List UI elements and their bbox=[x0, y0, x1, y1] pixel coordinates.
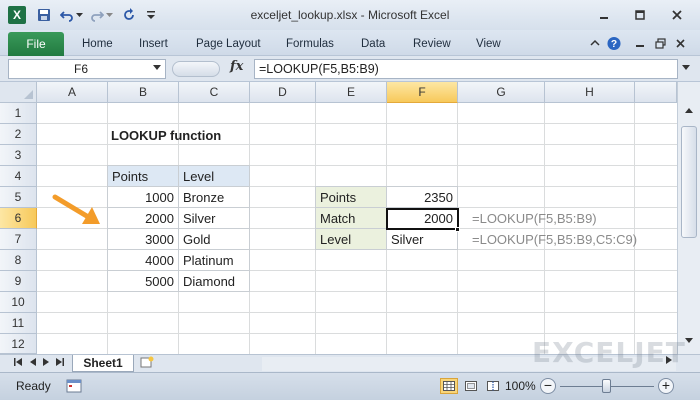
result-label-match[interactable]: Match bbox=[316, 208, 386, 228]
row-header-4[interactable]: 4 bbox=[0, 166, 37, 187]
name-box[interactable]: F6 bbox=[8, 59, 166, 79]
minimize-icon[interactable] bbox=[597, 8, 611, 22]
vertical-scroll-thumb[interactable] bbox=[681, 126, 697, 238]
column-header-d[interactable]: D bbox=[250, 82, 316, 103]
row-header-12[interactable]: 12 bbox=[0, 334, 37, 354]
fill-handle[interactable] bbox=[455, 227, 460, 232]
tab-view[interactable]: View bbox=[476, 30, 501, 56]
gridline bbox=[37, 123, 677, 124]
insert-sheet-icon[interactable] bbox=[138, 356, 156, 371]
zoom-slider-thumb[interactable] bbox=[602, 379, 611, 393]
window-title: exceljet_lookup.xlsx - Microsoft Excel bbox=[250, 8, 450, 22]
lookup-level-cell[interactable]: Platinum bbox=[179, 250, 249, 270]
title-bar: X exceljet_lookup.xlsx - Microsoft Excel bbox=[0, 0, 700, 30]
lookup-level-cell[interactable]: Gold bbox=[179, 229, 249, 249]
scroll-right-icon[interactable] bbox=[666, 356, 678, 370]
row-header-6[interactable]: 6 bbox=[0, 208, 37, 229]
status-text: Ready bbox=[16, 379, 51, 393]
row-header-11[interactable]: 11 bbox=[0, 313, 37, 334]
zoom-level[interactable]: 100% bbox=[505, 379, 536, 393]
lookup-points-cell[interactable]: 1000 bbox=[108, 187, 178, 207]
zoom-out-button[interactable]: − bbox=[540, 378, 556, 394]
pointer-arrow-icon bbox=[52, 194, 100, 224]
lookup-points-cell[interactable]: 4000 bbox=[108, 250, 178, 270]
active-cell-selection[interactable] bbox=[386, 208, 459, 230]
formula-input[interactable]: =LOOKUP(F5,B5:B9) bbox=[254, 59, 678, 79]
restore-workbook-icon[interactable] bbox=[653, 36, 667, 50]
exceljet-watermark: EXCELJET bbox=[532, 336, 686, 369]
formula-note[interactable]: =LOOKUP(F5,B5:B9) bbox=[472, 208, 597, 228]
tab-review[interactable]: Review bbox=[413, 30, 451, 56]
row-header-5[interactable]: 5 bbox=[0, 187, 37, 208]
close-icon[interactable] bbox=[670, 8, 684, 22]
status-bar: Ready 100% − + bbox=[0, 372, 700, 400]
zoom-in-button[interactable]: + bbox=[658, 378, 674, 394]
lookup-level-cell[interactable]: Bronze bbox=[179, 187, 249, 207]
result-value-points[interactable]: 2350 bbox=[387, 187, 457, 207]
insert-function-icon[interactable]: fx bbox=[230, 59, 243, 74]
column-header-c[interactable]: C bbox=[179, 82, 250, 103]
tab-data[interactable]: Data bbox=[361, 30, 385, 56]
column-header-overflow[interactable] bbox=[635, 82, 677, 103]
column-header-f[interactable]: F bbox=[387, 82, 458, 103]
worksheet-grid[interactable]: A B C D E F G H 1 2 3 4 5 6 7 8 9 10 11 … bbox=[0, 82, 700, 354]
select-all-corner[interactable] bbox=[0, 82, 37, 103]
sheet-title-cell[interactable]: LOOKUP function bbox=[108, 125, 308, 145]
result-label-points[interactable]: Points bbox=[316, 187, 386, 207]
lookup-points-cell[interactable]: 3000 bbox=[108, 229, 178, 249]
ribbon-tab-bar: File Home Insert Page Layout Formulas Da… bbox=[0, 30, 700, 56]
row-header-10[interactable]: 10 bbox=[0, 292, 37, 313]
formula-bar-grip[interactable] bbox=[172, 61, 220, 77]
minimize-workbook-icon[interactable] bbox=[633, 36, 647, 50]
normal-view-icon[interactable] bbox=[440, 378, 458, 394]
expand-formula-bar-icon[interactable] bbox=[682, 63, 690, 72]
formula-note[interactable]: =LOOKUP(F5,B5:B9,C5:C9) bbox=[472, 229, 637, 249]
collapse-ribbon-icon[interactable] bbox=[588, 36, 602, 50]
row-header-1[interactable]: 1 bbox=[0, 103, 37, 124]
gridline bbox=[37, 291, 677, 292]
name-box-value: F6 bbox=[73, 62, 88, 76]
row-header-7[interactable]: 7 bbox=[0, 229, 37, 250]
help-icon[interactable]: ? bbox=[607, 36, 621, 50]
result-value-level[interactable]: Silver bbox=[387, 229, 457, 249]
svg-text:?: ? bbox=[611, 39, 617, 50]
column-header-h[interactable]: H bbox=[545, 82, 635, 103]
row-header-8[interactable]: 8 bbox=[0, 250, 37, 271]
lookup-header-level[interactable]: Level bbox=[179, 166, 249, 186]
chevron-down-icon[interactable] bbox=[153, 63, 161, 72]
column-header-g[interactable]: G bbox=[458, 82, 545, 103]
lookup-header-points[interactable]: Points bbox=[108, 166, 178, 186]
lookup-level-cell[interactable]: Silver bbox=[179, 208, 249, 228]
tab-formulas[interactable]: Formulas bbox=[286, 30, 334, 56]
last-sheet-icon[interactable] bbox=[54, 356, 66, 370]
maximize-icon[interactable] bbox=[633, 8, 647, 22]
lookup-points-cell[interactable]: 5000 bbox=[108, 271, 178, 291]
column-header-a[interactable]: A bbox=[37, 82, 108, 103]
close-workbook-icon[interactable] bbox=[673, 36, 687, 50]
result-label-level[interactable]: Level bbox=[316, 229, 386, 249]
tab-insert[interactable]: Insert bbox=[139, 30, 168, 56]
formula-bar: F6 fx =LOOKUP(F5,B5:B9) bbox=[0, 56, 700, 82]
gridline bbox=[37, 312, 677, 313]
next-sheet-icon[interactable] bbox=[40, 356, 52, 370]
first-sheet-icon[interactable] bbox=[12, 356, 24, 370]
column-header-e[interactable]: E bbox=[316, 82, 387, 103]
macro-record-icon[interactable] bbox=[66, 379, 82, 393]
tab-file[interactable]: File bbox=[8, 32, 64, 56]
tab-page-layout[interactable]: Page Layout bbox=[196, 30, 261, 56]
tab-home[interactable]: Home bbox=[82, 30, 113, 56]
page-break-view-icon[interactable] bbox=[484, 378, 502, 394]
row-header-3[interactable]: 3 bbox=[0, 145, 37, 166]
lookup-points-cell[interactable]: 2000 bbox=[108, 208, 178, 228]
column-header-b[interactable]: B bbox=[108, 82, 179, 103]
lookup-level-cell[interactable]: Diamond bbox=[179, 271, 249, 291]
row-header-2[interactable]: 2 bbox=[0, 124, 37, 145]
prev-sheet-icon[interactable] bbox=[26, 356, 38, 370]
gridline bbox=[37, 333, 677, 334]
sheet-tab-sheet1[interactable]: Sheet1 bbox=[72, 355, 134, 372]
scroll-up-icon[interactable] bbox=[682, 106, 696, 120]
vertical-scrollbar[interactable] bbox=[677, 82, 700, 354]
page-layout-view-icon[interactable] bbox=[462, 378, 480, 394]
row-header-9[interactable]: 9 bbox=[0, 271, 37, 292]
